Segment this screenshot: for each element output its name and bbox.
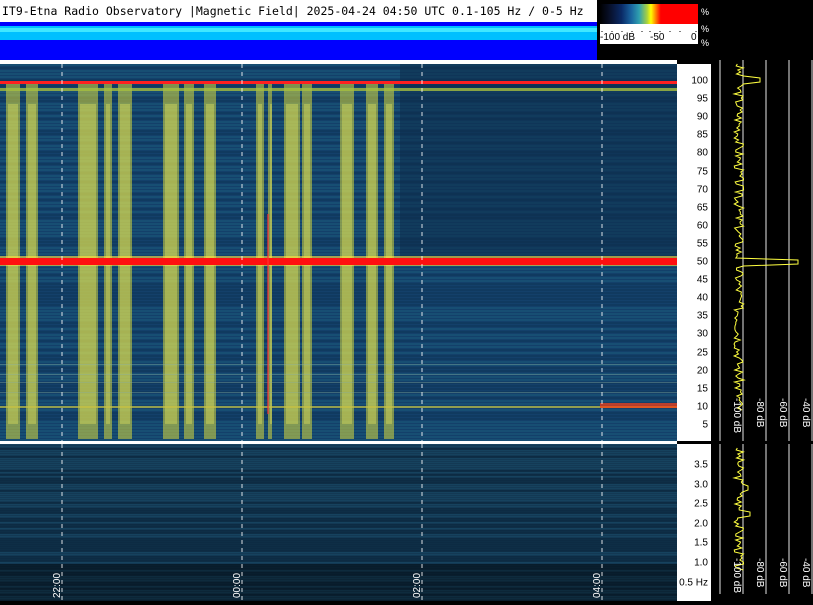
low-frequency-tick-label: 1.0 — [694, 557, 708, 569]
frequency-tick-label: 50 — [696, 256, 708, 268]
profile-db-label: -40 dB — [800, 558, 811, 588]
frequency-tick-label: 75 — [696, 166, 708, 177]
profile-db-label: -60 dB — [777, 558, 788, 588]
frequency-tick-label: 95 — [696, 93, 708, 105]
frequency-axis-low: 3.5 3.0 2.5 2.0 1.5 1.0 0.5 Hz — [677, 444, 711, 601]
frequency-tick-label: 20 — [696, 365, 708, 377]
profile-db-label: -80 dB — [754, 398, 765, 428]
color-scale-labels: -100 dB -50 0 — [600, 32, 698, 44]
frequency-tick-label: 85 — [696, 129, 708, 141]
frequency-axis-main: 100 95 90 85 80 75 70 65 60 55 50 45 40 35 30 25 20 15 10 5 — [677, 64, 711, 441]
observatory-title: IT9-Etna Radio Observatory |Magnetic Fie… — [0, 0, 597, 22]
scale-label-min: -100 dB — [600, 32, 636, 43]
percent-mark: % — [701, 24, 710, 34]
time-label: 00:00 — [232, 572, 243, 598]
time-label: 04:00 — [592, 572, 603, 598]
frequency-tick-label: 30 — [696, 328, 708, 340]
frequency-tick-label: 45 — [696, 274, 708, 286]
frequency-tick-label: 15 — [696, 383, 708, 395]
frequency-tick-label: 5 — [702, 419, 708, 431]
low-frequency-tick-label: 2.0 — [694, 518, 708, 530]
frequency-tick-label: 25 — [696, 347, 708, 358]
profile-db-label: -60 dB — [777, 398, 788, 428]
percent-mark: % — [701, 38, 710, 48]
profile-db-label: -80 dB — [754, 558, 765, 588]
frequency-tick-label: 60 — [696, 220, 708, 232]
color-scale-ticks — [600, 24, 698, 39]
frequency-tick-label: 55 — [696, 238, 708, 250]
color-scale-bar — [600, 4, 698, 24]
profile-db-label: -100 dB — [731, 398, 742, 434]
profile-db-label: -100 dB — [731, 558, 742, 594]
overview-strip — [0, 22, 597, 60]
low-frequency-tick-label: 2.5 — [694, 498, 708, 510]
scale-label-max: 0 — [691, 32, 697, 43]
scale-label-mid: -50 — [650, 32, 665, 43]
spectrum-profile-main — [712, 60, 813, 441]
frequency-tick-label: 35 — [696, 310, 708, 322]
percent-mark: % — [701, 7, 710, 17]
frequency-tick-label: 90 — [696, 111, 708, 123]
frequency-tick-label: 40 — [696, 292, 708, 304]
frequency-tick-label: 80 — [696, 147, 708, 159]
low-frequency-tick-label: 3.0 — [694, 479, 708, 491]
profile-db-label: -40 dB — [800, 398, 811, 428]
time-label: 22:00 — [52, 572, 63, 598]
spectrogram-low — [0, 444, 677, 601]
frequency-tick-label: 100 — [691, 75, 708, 87]
spectrogram-main — [0, 64, 677, 441]
frequency-tick-label: 10 — [696, 401, 708, 413]
low-frequency-tick-label: 0.5 Hz — [679, 577, 708, 589]
frequency-tick-label: 65 — [696, 202, 708, 214]
time-label: 02:00 — [412, 572, 423, 598]
frequency-tick-label: 70 — [696, 184, 708, 196]
low-frequency-tick-label: 1.5 — [694, 537, 708, 549]
low-frequency-tick-label: 3.5 — [694, 459, 708, 471]
